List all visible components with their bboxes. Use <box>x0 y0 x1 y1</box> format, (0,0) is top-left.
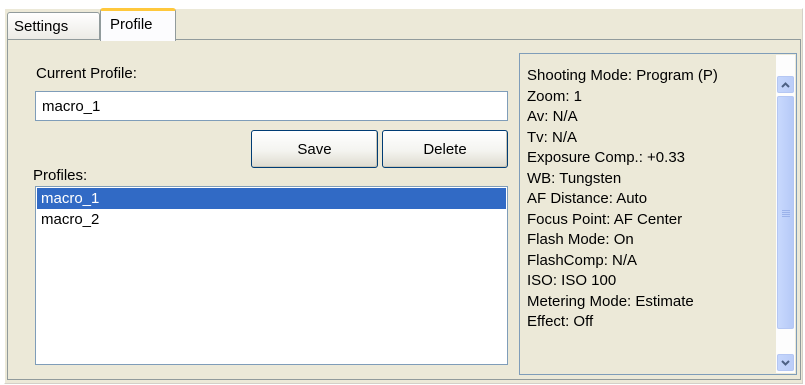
tab-settings[interactable]: Settings <box>7 12 100 39</box>
info-flash-mode: Flash Mode: On <box>527 231 634 248</box>
info-iso: ISO: ISO 100 <box>527 272 617 289</box>
info-flash-comp: FlashComp: N/A <box>527 251 638 269</box>
tab-profile-label: Profile <box>110 16 153 33</box>
chevron-down-icon <box>781 359 790 366</box>
profiles-list[interactable]: macro_1 macro_2 <box>35 186 508 365</box>
current-profile-input[interactable] <box>35 91 508 121</box>
scroll-down-button[interactable] <box>777 354 794 371</box>
tab-settings-label: Settings <box>14 18 69 35</box>
scroll-up-button[interactable] <box>777 76 794 93</box>
scroll-grip-line <box>782 212 790 213</box>
info-zoom: Zoom: 1 <box>527 87 583 105</box>
info-focus-point: Focus Point: AF Center <box>527 210 683 228</box>
delete-button-label: Delete <box>423 140 467 158</box>
info-scrollbar[interactable] <box>776 55 795 373</box>
info-shooting-mode: Shooting Mode: Program (P) <box>527 67 718 84</box>
delete-button[interactable]: Delete <box>382 130 508 168</box>
save-button[interactable]: Save <box>251 130 378 168</box>
info-white-balance: WB: Tungsten <box>527 169 622 187</box>
info-av: Av: N/A <box>527 108 578 125</box>
profile-tab-panel: Current Profile: Save Delete Profiles: m… <box>7 39 801 380</box>
list-item-macro-1[interactable]: macro_1 <box>37 188 506 209</box>
info-af-distance: AF Distance: Auto <box>527 190 648 207</box>
current-profile-label: Current Profile: <box>36 65 137 82</box>
info-tv: Tv: N/A <box>527 128 578 146</box>
list-item-macro-2[interactable]: macro_2 <box>37 209 506 230</box>
info-effect: Effect: Off <box>527 313 594 330</box>
scroll-grip-line <box>782 214 790 215</box>
info-metering-mode: Metering Mode: Estimate <box>527 292 694 310</box>
save-button-label: Save <box>297 140 332 158</box>
scroll-grip-line <box>782 210 790 211</box>
scroll-thumb[interactable] <box>777 96 794 329</box>
scroll-grip-line <box>782 216 790 217</box>
info-exposure-comp: Exposure Comp.: +0.33 <box>527 149 686 166</box>
camera-info-box: Shooting Mode: Program (P) Zoom: 1 Av: N… <box>519 53 797 375</box>
camera-info-lines: Shooting Mode: Program (P) Zoom: 1 Av: N… <box>527 66 775 333</box>
chevron-up-icon <box>781 81 790 88</box>
tab-profile[interactable]: Profile <box>100 8 176 41</box>
profiles-label: Profiles: <box>33 167 88 184</box>
